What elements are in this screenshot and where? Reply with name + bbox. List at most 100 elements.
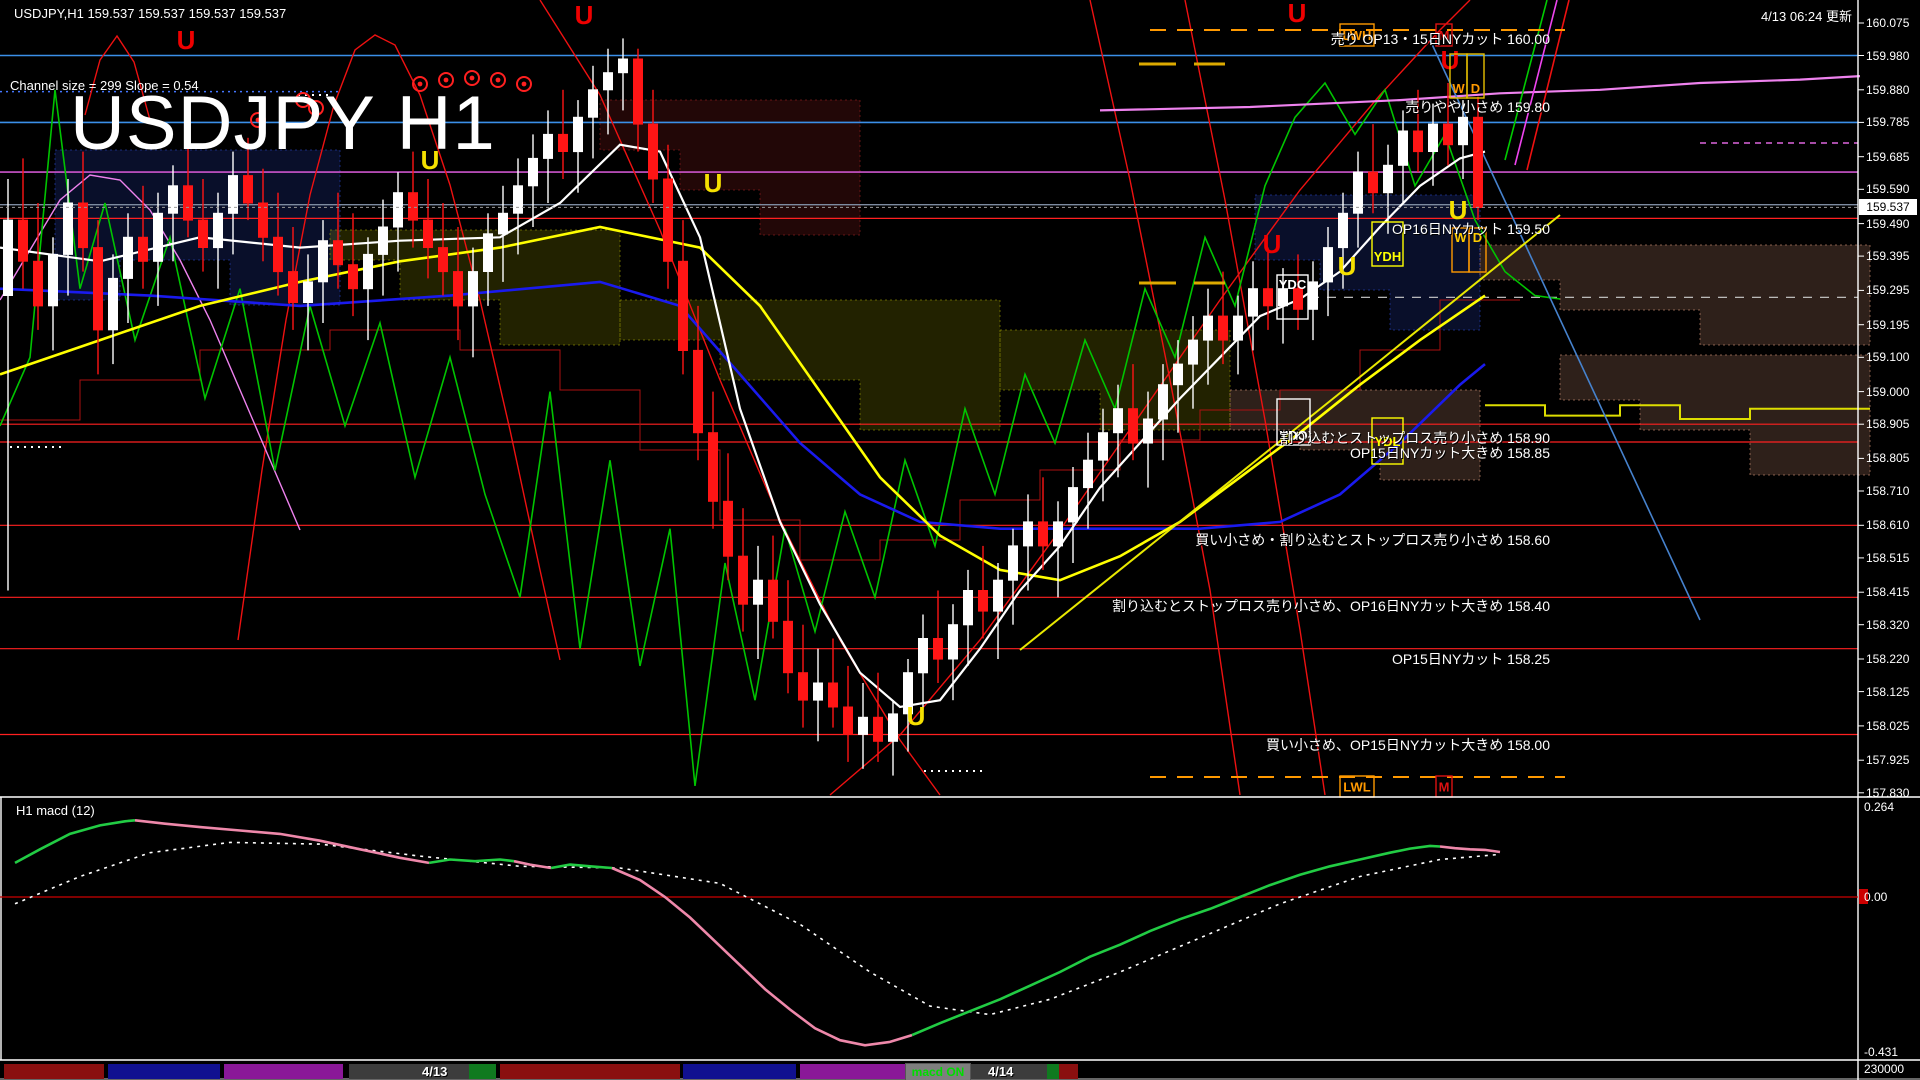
price-tick-label: 159.100 [1866, 350, 1910, 365]
candle-body [948, 624, 958, 660]
candle-body [1098, 432, 1108, 461]
candle-body [408, 192, 418, 221]
candle-body [813, 682, 823, 701]
candle-body [843, 706, 853, 735]
candle-body [1323, 247, 1333, 283]
macd-main-line [428, 858, 515, 865]
price-tick-label: 158.220 [1866, 652, 1910, 667]
corner-trend-line [1514, 0, 1558, 166]
price-tick-label: 157.925 [1866, 753, 1910, 768]
red-circle-marker-dot [495, 77, 501, 83]
candle-body [1158, 384, 1168, 420]
candle-body [423, 219, 433, 249]
candle-body [963, 590, 973, 626]
order-level-annotation: OP15日NYカット 158.25 [1392, 651, 1550, 667]
current-price-badge: 159.537 [1859, 199, 1917, 216]
price-tick-label: 158.025 [1866, 718, 1910, 733]
red-circle-marker-dot [521, 81, 527, 87]
candle-body [258, 202, 268, 238]
session-segment [349, 1064, 469, 1079]
marker-box-label: M [1439, 780, 1450, 795]
symbol-ohlc-line: USDJPY,H1 159.537 159.537 159.537 159.53… [14, 6, 287, 21]
price-tick-label: 159.000 [1866, 384, 1910, 399]
candle-body [783, 620, 793, 674]
price-tick-label: 158.515 [1866, 550, 1910, 565]
order-level-annotation: 買い小さめ・割り込むとストップロス売り小さめ 158.60 [1195, 532, 1550, 548]
candle-body [648, 123, 658, 180]
candle-body [723, 500, 733, 557]
candle-body [588, 89, 598, 118]
candle-body [1203, 315, 1213, 341]
candle-body [1458, 116, 1468, 146]
price-tick-label: 158.905 [1866, 417, 1910, 432]
price-tick-label: 160.075 [1866, 15, 1910, 30]
session-segment [4, 1064, 104, 1079]
price-tick-label: 157.830 [1866, 785, 1910, 800]
timeline-date-2: 4/14 [988, 1064, 1014, 1079]
price-tick-label: 159.880 [1866, 82, 1910, 97]
candle-body [123, 236, 133, 279]
candle-body [708, 432, 718, 502]
price-tick-label: 158.610 [1866, 518, 1910, 533]
candle-body [1143, 418, 1153, 444]
candle-body [438, 247, 448, 273]
red-u-marker-icon: U [1263, 229, 1282, 259]
candle-body [1443, 123, 1453, 146]
macd-indicator-label: H1 macd (12) [16, 803, 95, 818]
candle-body [468, 271, 478, 307]
candle-body [933, 638, 943, 660]
candle-body [153, 212, 163, 262]
candle-body [183, 185, 193, 221]
candle-body [1233, 315, 1243, 341]
price-tick-label: 159.980 [1866, 48, 1910, 63]
candle-body [618, 58, 628, 74]
candle-body [1473, 116, 1483, 208]
candle-body [1338, 212, 1348, 249]
ichimoku-cloud [1479, 244, 1871, 346]
candle-body [1053, 521, 1063, 547]
price-tick-label: 158.320 [1866, 617, 1910, 632]
candle-body [633, 58, 643, 125]
candle-body [1068, 487, 1078, 523]
corner-trend-line [1504, 0, 1548, 161]
ichimoku-cloud [619, 299, 1001, 431]
candle-body [198, 219, 208, 249]
session-segment [469, 1064, 496, 1079]
session-segment [1047, 1064, 1059, 1079]
marker-box-label: W [1452, 81, 1465, 96]
candle-body [378, 226, 388, 255]
candle-body [573, 116, 583, 153]
session-segment [500, 1064, 680, 1079]
candle-body [1188, 339, 1198, 365]
order-level-annotation: 買い小さめ、OP15日NYカット大きめ 158.00 [1266, 737, 1550, 753]
candle-body [78, 202, 88, 249]
candle-body [1263, 288, 1273, 307]
session-segment [1059, 1064, 1078, 1079]
candle-body [603, 72, 613, 91]
candle-body [1023, 521, 1033, 547]
candle-body [873, 716, 883, 742]
candle-body [978, 590, 988, 612]
candle-body [1008, 545, 1018, 581]
macd-main-line [1439, 845, 1501, 854]
order-level-annotation: OP16日NYカット 159.50 [1392, 221, 1550, 237]
candle-body [993, 579, 1003, 612]
candle-body [1428, 123, 1438, 152]
candle-body [513, 185, 523, 214]
candle-body [858, 716, 868, 735]
session-segment [224, 1064, 343, 1079]
candle-body [753, 579, 763, 605]
macd-main-line [611, 866, 913, 1047]
marker-box-label: D [1471, 81, 1480, 96]
candle-body [318, 240, 328, 283]
yellow-u-marker-icon: U [1338, 251, 1357, 281]
candle-body [738, 555, 748, 605]
candle-body [393, 192, 403, 228]
price-tick-label: 158.415 [1866, 585, 1910, 600]
candle-body [453, 271, 463, 307]
macd-on-button[interactable]: macd ON [905, 1063, 971, 1080]
candle-body [168, 185, 178, 214]
candle-body [138, 236, 148, 262]
trading-chart-window: U U U U U U U U U U LWH M W D W D YDH YDC YDO YDL LWL M USDJP… [0, 0, 1920, 1080]
candle-body [498, 212, 508, 235]
